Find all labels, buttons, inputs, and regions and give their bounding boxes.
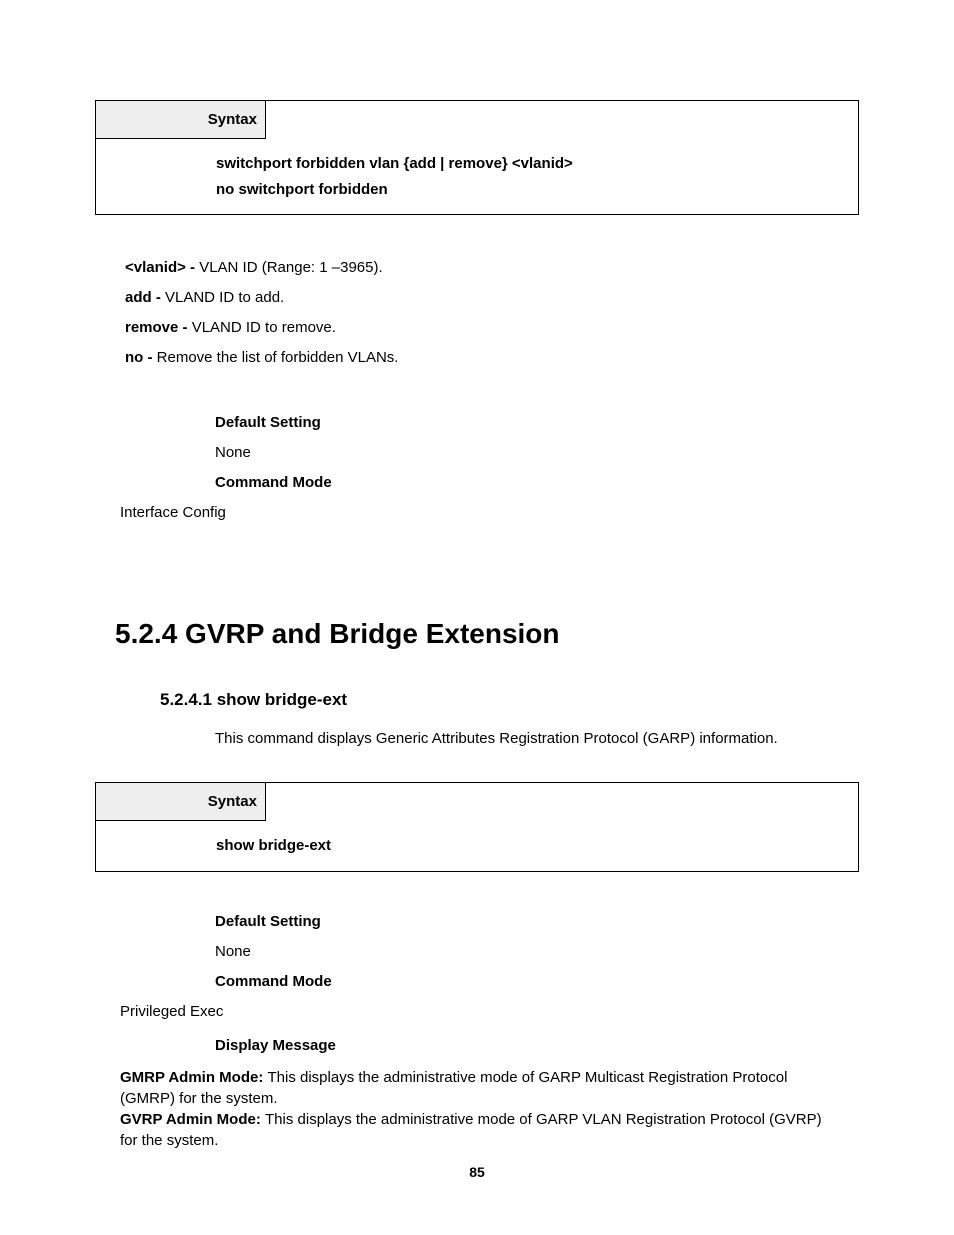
param-desc: VLAND ID to remove.	[192, 319, 336, 336]
param-key: no -	[125, 349, 157, 366]
section-heading: 5.2.4 GVRP and Bridge Extension	[115, 618, 859, 650]
command-mode-value: Privileged Exec	[95, 997, 859, 1027]
param-desc: VLAN ID (Range: 1 –3965).	[199, 259, 382, 276]
syntax-header-label: Syntax	[96, 783, 266, 821]
param-row: <vlanid> - VLAN ID (Range: 1 –3965).	[125, 253, 859, 283]
page-body: Syntax switchport forbidden vlan {add | …	[0, 0, 954, 1151]
syntax-header-row: Syntax	[96, 101, 858, 139]
parameter-list: <vlanid> - VLAN ID (Range: 1 –3965). add…	[95, 235, 859, 373]
param-desc: Remove the list of forbidden VLANs.	[157, 349, 399, 366]
param-key: remove -	[125, 319, 192, 336]
syntax-line: show bridge-ext	[216, 833, 858, 859]
default-setting-value: None	[95, 937, 859, 967]
syntax-header-label: Syntax	[96, 101, 266, 139]
param-desc: VLAND ID to add.	[165, 289, 284, 306]
display-msg-key-2: GVRP Admin Mode:	[120, 1111, 265, 1128]
param-row: add - VLAND ID to add.	[125, 283, 859, 313]
command-mode-value: Interface Config	[95, 498, 859, 528]
param-row: remove - VLAND ID to remove.	[125, 313, 859, 343]
settings-block-2: Default Setting None Command Mode Privil…	[95, 897, 859, 1061]
subsection-description: This command displays Generic Attributes…	[215, 730, 859, 747]
subsection-heading: 5.2.4.1 show bridge-ext	[160, 690, 859, 710]
display-message-body: GMRP Admin Mode: This displays the admin…	[95, 1067, 859, 1151]
param-key: add -	[125, 289, 165, 306]
syntax-body: switchport forbidden vlan {add | remove}…	[96, 139, 858, 214]
syntax-line-2: no switchport forbidden	[216, 177, 858, 203]
syntax-box-2: Syntax show bridge-ext	[95, 782, 859, 872]
syntax-box-1: Syntax switchport forbidden vlan {add | …	[95, 100, 859, 215]
command-mode-label: Command Mode	[95, 468, 859, 498]
display-message-label: Display Message	[95, 1031, 859, 1061]
page-number: 85	[0, 1164, 954, 1180]
default-setting-value: None	[95, 438, 859, 468]
syntax-body: show bridge-ext	[96, 821, 858, 871]
param-key: <vlanid> -	[125, 259, 199, 276]
default-setting-label: Default Setting	[95, 907, 859, 937]
settings-block-1: Default Setting None Command Mode Interf…	[95, 398, 859, 528]
display-msg-key-1: GMRP Admin Mode:	[120, 1069, 268, 1086]
default-setting-label: Default Setting	[95, 408, 859, 438]
param-row: no - Remove the list of forbidden VLANs.	[125, 343, 859, 373]
syntax-header-row: Syntax	[96, 783, 858, 821]
syntax-line-1: switchport forbidden vlan {add | remove}…	[216, 151, 858, 177]
command-mode-label: Command Mode	[95, 967, 859, 997]
